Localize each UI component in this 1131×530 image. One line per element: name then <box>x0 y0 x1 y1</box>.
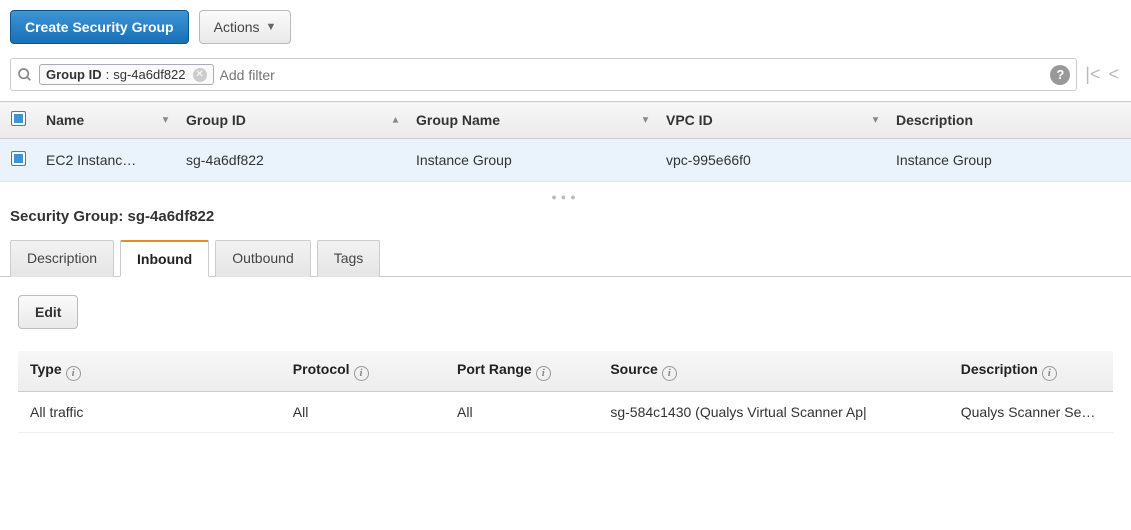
filter-box[interactable]: Group ID : sg-4a6df822 ✕ ? <box>10 58 1077 91</box>
page-prev-icon[interactable]: < <box>1108 64 1119 85</box>
filter-chip[interactable]: Group ID : sg-4a6df822 ✕ <box>39 64 214 85</box>
row-checkbox[interactable] <box>11 151 26 166</box>
create-security-group-button[interactable]: Create Security Group <box>10 10 189 44</box>
tab-description[interactable]: Description <box>10 240 114 277</box>
sort-icon: ▾ <box>643 115 648 126</box>
sort-asc-icon: ▴ <box>393 115 398 126</box>
table-header-row: Name▾ Group ID▴ Group Name▾ VPC ID▾ Desc… <box>0 102 1131 139</box>
tab-outbound[interactable]: Outbound <box>215 240 311 277</box>
toolbar: Create Security Group Actions ▼ <box>0 0 1131 54</box>
select-all-checkbox[interactable] <box>11 111 26 126</box>
detail-tabs: Description Inbound Outbound Tags <box>0 239 1131 277</box>
rules-header-row: Typei Protocoli Port Rangei Sourcei Desc… <box>18 351 1113 391</box>
detail-title: Security Group: sg-4a6df822 <box>0 204 1131 239</box>
col-header-description[interactable]: Description <box>886 102 1131 139</box>
chevron-down-icon: ▼ <box>266 21 277 33</box>
filter-chip-remove-icon[interactable]: ✕ <box>193 68 207 82</box>
info-icon[interactable]: i <box>662 366 677 381</box>
col-header-name[interactable]: Name▾ <box>36 102 176 139</box>
cell-name: EC2 Instanc… <box>36 139 176 182</box>
rules-col-description: Descriptioni <box>949 351 1113 391</box>
inbound-tab-content: Edit Typei Protocoli Port Rangei Sourcei… <box>0 277 1131 451</box>
info-icon[interactable]: i <box>1042 366 1057 381</box>
filter-chip-key: Group ID <box>46 67 102 82</box>
rule-type: All traffic <box>18 391 281 432</box>
sort-icon: ▾ <box>873 115 878 126</box>
col-header-vpc-id[interactable]: VPC ID▾ <box>656 102 886 139</box>
rule-protocol: All <box>281 391 445 432</box>
info-icon[interactable]: i <box>66 366 81 381</box>
search-icon <box>17 67 33 83</box>
cell-description: Instance Group <box>886 139 1131 182</box>
table-row[interactable]: EC2 Instanc… sg-4a6df822 Instance Group … <box>0 139 1131 182</box>
inbound-rules-table: Typei Protocoli Port Rangei Sourcei Desc… <box>18 351 1113 433</box>
actions-button[interactable]: Actions ▼ <box>199 10 292 44</box>
actions-label: Actions <box>214 19 260 35</box>
filter-chip-value: sg-4a6df822 <box>113 67 185 82</box>
panel-resize-handle[interactable]: ●●● <box>0 182 1131 204</box>
rules-col-type: Typei <box>18 351 281 391</box>
security-groups-table: Name▾ Group ID▴ Group Name▾ VPC ID▾ Desc… <box>0 101 1131 182</box>
col-header-group-id[interactable]: Group ID▴ <box>176 102 406 139</box>
edit-button[interactable]: Edit <box>18 295 78 329</box>
info-icon[interactable]: i <box>536 366 551 381</box>
rules-col-source: Sourcei <box>598 351 948 391</box>
rules-col-port-range: Port Rangei <box>445 351 598 391</box>
cell-group-name: Instance Group <box>406 139 656 182</box>
filter-bar: Group ID : sg-4a6df822 ✕ ? |< < <box>10 58 1121 91</box>
page-first-icon[interactable]: |< <box>1085 64 1100 85</box>
col-header-group-name[interactable]: Group Name▾ <box>406 102 656 139</box>
rule-source: sg-584c1430 (Qualys Virtual Scanner Ap| <box>598 391 948 432</box>
cell-vpc-id: vpc-995e66f0 <box>656 139 886 182</box>
sort-icon: ▾ <box>163 115 168 126</box>
rule-description: Qualys Scanner Sec… <box>949 391 1113 432</box>
pagination: |< < <box>1085 64 1121 85</box>
rule-port-range: All <box>445 391 598 432</box>
help-icon[interactable]: ? <box>1050 65 1070 85</box>
rules-col-protocol: Protocoli <box>281 351 445 391</box>
rule-row: All traffic All All sg-584c1430 (Qualys … <box>18 391 1113 432</box>
tab-tags[interactable]: Tags <box>317 240 381 277</box>
tab-inbound[interactable]: Inbound <box>120 240 209 277</box>
add-filter-input[interactable] <box>220 67 1045 83</box>
cell-group-id: sg-4a6df822 <box>176 139 406 182</box>
info-icon[interactable]: i <box>354 366 369 381</box>
